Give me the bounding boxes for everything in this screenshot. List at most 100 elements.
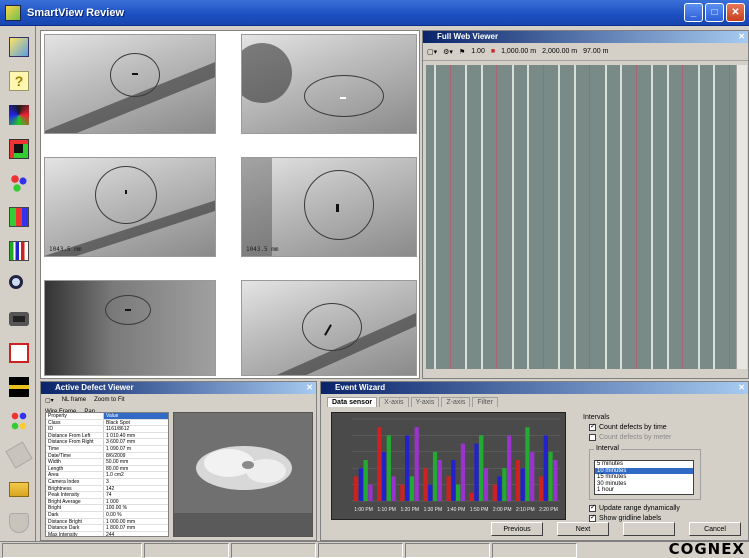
previous-button[interactable]: Previous [491, 522, 543, 536]
zoom-button[interactable] [6, 272, 30, 296]
finish-button[interactable] [623, 522, 675, 536]
property-value: 74 [106, 492, 112, 498]
defect-properties-table: Property Value Class Black Spot ID 1161/8612 D… [45, 412, 169, 537]
tab-filter[interactable]: Filter [472, 397, 498, 407]
close-icon[interactable]: ✕ [738, 382, 745, 394]
window-title: SmartView Review [27, 6, 125, 19]
web-lane-line [666, 65, 669, 369]
gridline-labels-checkbox[interactable]: Show gridline labels [589, 513, 743, 522]
wizard-tabs: Data sensor X-axis Y-axis Z-axis Filter [321, 394, 748, 410]
tab-z-axis[interactable]: Z-axis [441, 397, 471, 407]
view-mode-icon[interactable]: ▢▾ [45, 397, 54, 404]
defect-image-tile[interactable]: 1043.5 mm [44, 157, 216, 257]
frame-select[interactable]: NL frame [62, 397, 86, 403]
chart-bar [432, 451, 438, 501]
defect-image-tile[interactable] [241, 280, 417, 376]
filter-button[interactable] [6, 408, 30, 432]
vertical-scrollbar[interactable] [736, 65, 747, 369]
property-row[interactable]: Distance Bright 1 000.00 mm [46, 518, 168, 526]
minimize-button[interactable]: _ [684, 3, 703, 22]
update-range-checkbox[interactable]: Update range dynamically [589, 503, 743, 512]
classify-button[interactable] [6, 170, 30, 194]
property-row[interactable]: Bright Average 1 000 [46, 498, 168, 506]
property-row[interactable]: Area 1.0 cm2 [46, 472, 168, 479]
next-button[interactable]: Next [557, 522, 609, 536]
property-row[interactable]: Camera Index 3 [46, 478, 168, 486]
property-row[interactable]: Length 80.00 mm [46, 465, 168, 473]
chart-bar [423, 468, 428, 501]
help-button[interactable]: ? [6, 68, 30, 92]
maximize-button[interactable]: □ [705, 3, 724, 22]
property-value: 1 010.40 mm [106, 432, 136, 439]
chart-bar [543, 435, 548, 501]
property-row[interactable]: Max Intensity 244 [46, 531, 168, 537]
property-row[interactable]: ID 1161/8612 [46, 426, 168, 433]
close-button[interactable]: ✕ [726, 3, 745, 22]
zoom-select[interactable]: Zoom to Fit [94, 397, 124, 403]
cancel-button[interactable]: Cancel [689, 522, 741, 536]
report-button[interactable] [6, 340, 30, 364]
defect-map-button[interactable] [6, 136, 30, 160]
stop-icon[interactable]: ■ [491, 48, 495, 55]
open-folder-button[interactable] [6, 476, 30, 500]
web-lane-line [713, 65, 715, 369]
tab-y-axis[interactable]: Y-axis [410, 397, 440, 407]
interval-listbox[interactable]: 5 minutes 10 minutes 15 minutes 30 minutes 1… [594, 460, 694, 495]
color-map-button[interactable] [6, 102, 30, 126]
defect-image-tile[interactable]: 1043.5 mm [241, 157, 417, 257]
camera-button[interactable] [6, 306, 30, 330]
disabled-tool-button[interactable] [5, 441, 33, 469]
property-value: 244 [106, 531, 115, 537]
length-value[interactable]: 97.00 m [583, 48, 608, 55]
property-key: Date/Time [46, 452, 104, 459]
property-row[interactable]: Distance From Right 3 600.07 mm [46, 439, 168, 446]
interval-option[interactable]: 1 hour [595, 487, 693, 494]
defect-image-tile[interactable] [241, 34, 417, 134]
start-distance[interactable]: 1,000.00 m [501, 48, 536, 55]
tools-icon[interactable]: ⚙▾ [443, 48, 453, 56]
property-row[interactable]: Width 50.00 mm [46, 459, 168, 466]
property-row[interactable]: Dark 0.00 % [46, 511, 168, 519]
property-row[interactable]: Property Value [46, 413, 168, 420]
event-chart: 1:00 PM 1:10 PM 1:20 PM 1:30 PM 1:40 PM 1:50 … [331, 412, 566, 520]
chart-bar [428, 484, 433, 501]
property-row[interactable]: Brightness 142 [46, 485, 168, 493]
scale-value[interactable]: 1.00 [471, 48, 485, 55]
property-value: 1 000.00 mm [106, 518, 136, 525]
close-icon[interactable]: ✕ [306, 382, 313, 394]
disabled-shield-button[interactable] [6, 510, 30, 534]
web-icon [9, 377, 29, 397]
property-row[interactable]: Time 1 090.07 m [46, 445, 168, 453]
web-map-view[interactable] [426, 65, 736, 369]
chart-button[interactable] [6, 238, 30, 262]
property-row[interactable]: Peak Intensity 74 [46, 492, 168, 499]
web-button[interactable] [6, 374, 30, 398]
defect-image-tile[interactable] [44, 34, 216, 134]
panel-title: Full Web Viewer ✕ [423, 31, 748, 43]
property-row[interactable]: Distance Dark 1 800.07 mm [46, 525, 168, 532]
chart-bar [502, 468, 507, 501]
view-button[interactable] [6, 34, 30, 58]
report-icon [9, 343, 29, 363]
count-by-time-option[interactable]: Count defects by time [589, 422, 743, 431]
property-row[interactable]: Class Black Spot [46, 419, 168, 427]
defect-image-tile[interactable] [44, 280, 216, 376]
count-by-meter-option[interactable]: Count defects by meter [589, 434, 743, 441]
property-row[interactable]: Bright 100.00 % [46, 505, 168, 512]
flag-icon[interactable]: ⚑ [459, 48, 465, 56]
chart-bar [405, 435, 410, 501]
property-row[interactable]: Distance From Left 1 010.40 mm [46, 432, 168, 440]
close-icon[interactable]: ✕ [738, 31, 745, 43]
class-table-button[interactable] [6, 204, 30, 228]
class-table-icon [9, 207, 29, 227]
web-lane-line [728, 65, 730, 369]
chart-tick-label: 1:40 PM [447, 507, 466, 513]
page-icon[interactable]: ▢▾ [427, 48, 437, 56]
property-row[interactable]: Date/Time 8/6/2009 [46, 452, 168, 460]
tab-x-axis[interactable]: X-axis [379, 397, 409, 407]
property-value: 1 090.07 m [106, 445, 132, 452]
chart-bar [354, 476, 359, 501]
web-lane-line [511, 65, 514, 369]
tab-data-sensor[interactable]: Data sensor [327, 397, 378, 407]
end-distance[interactable]: 2,000.00 m [542, 48, 577, 55]
